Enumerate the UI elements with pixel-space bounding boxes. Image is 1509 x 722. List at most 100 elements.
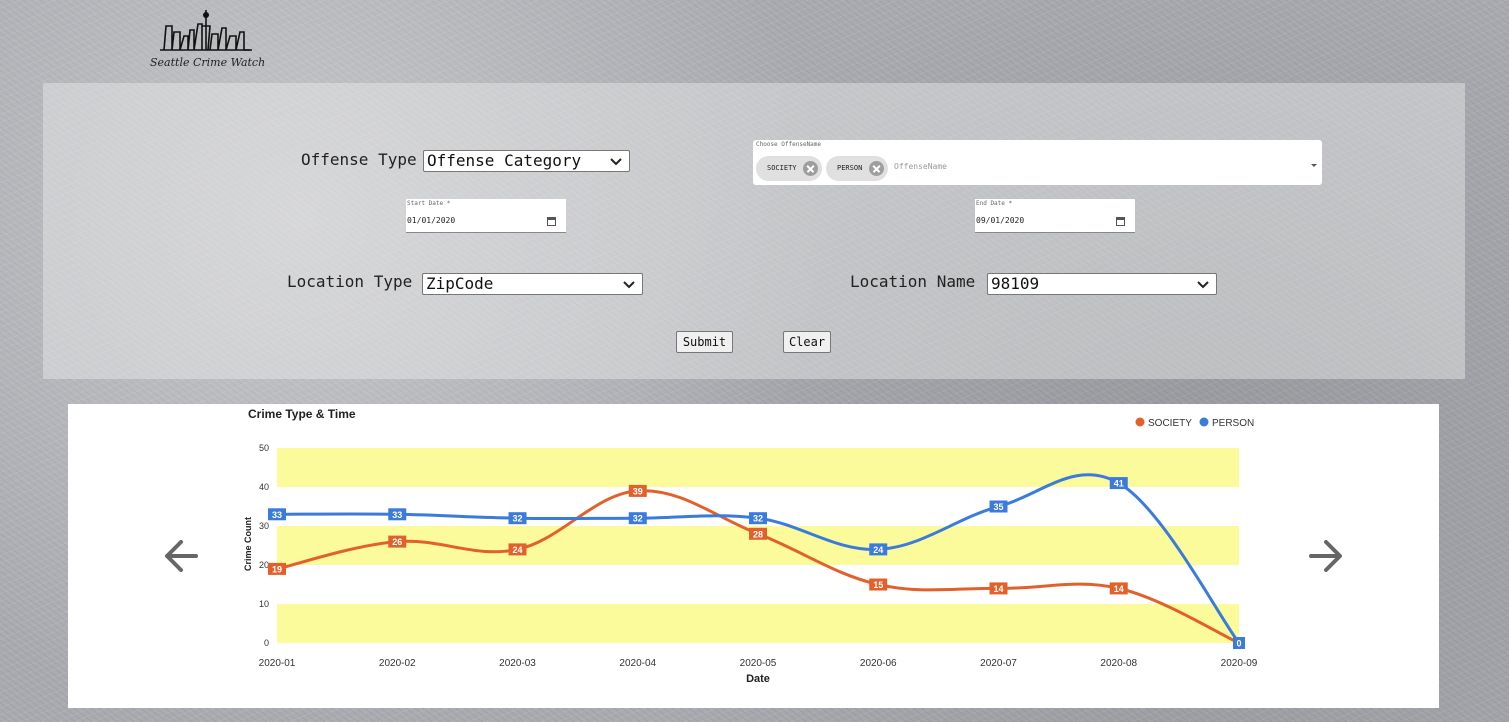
y-tick-label: 20: [259, 560, 269, 570]
data-label-society[interactable]: 28: [749, 527, 767, 540]
data-label-person[interactable]: 33: [268, 508, 286, 521]
data-label-person[interactable]: 35: [989, 500, 1008, 513]
search-form-panel: [43, 83, 1465, 379]
offense-type-select[interactable]: Offense Category: [423, 150, 630, 172]
data-label-person[interactable]: 24: [869, 543, 888, 556]
x-tick-label: 2020-01: [259, 658, 296, 669]
data-label-society[interactable]: 26: [388, 535, 407, 548]
legend-item-person[interactable]: PERSON: [1199, 417, 1255, 430]
data-point-value: 24: [873, 545, 883, 555]
end-date-label: End Date *: [976, 200, 1013, 207]
y-tick-label: 50: [259, 443, 269, 453]
y-axis-title: Crime Count: [243, 517, 253, 571]
x-tick-label: 2020-06: [860, 658, 897, 669]
logo-text: Seattle Crime Watch: [150, 56, 266, 69]
end-date-field[interactable]: End Date * 09/01/2020: [975, 199, 1135, 233]
data-point-value: 32: [753, 514, 763, 524]
data-point-value: 28: [753, 529, 763, 539]
legend-item-society[interactable]: SOCIETY: [1135, 417, 1193, 430]
clear-button[interactable]: Clear: [783, 331, 831, 353]
data-point-value: 14: [1114, 584, 1124, 594]
dropdown-caret-icon[interactable]: [1311, 164, 1317, 167]
x-tick-label: 2020-05: [740, 658, 777, 669]
x-tick-label: 2020-07: [980, 658, 1017, 669]
y-tick-label: 0: [264, 638, 269, 648]
location-type-select[interactable]: ZipCode: [422, 273, 643, 295]
start-date-label: Start Date *: [407, 200, 451, 207]
crime-line-chart: 0 10 20 30 40 50 2020-01 2020-02 2020-03 2020-04…: [243, 407, 1258, 685]
chip-society-remove-icon[interactable]: [803, 161, 818, 176]
chevron-down-icon: [623, 281, 635, 289]
chevron-down-icon: [1197, 281, 1209, 289]
data-label-person[interactable]: 32: [628, 512, 647, 525]
calendar-icon[interactable]: [547, 217, 556, 226]
chip-person-label: PERSON: [837, 164, 863, 172]
chart-card: 0 10 20 30 40 50 2020-01 2020-02 2020-03 2020-04…: [68, 404, 1439, 708]
data-label-person[interactable]: 32: [508, 512, 527, 525]
y-tick-label: 40: [259, 482, 269, 492]
data-point-value: 15: [873, 580, 883, 590]
offense-name-label: Choose OffenseName: [756, 141, 822, 148]
legend-marker: [1199, 417, 1209, 427]
plot-band: [277, 448, 1239, 487]
data-point-value: 19: [272, 564, 282, 574]
data-point-value: 32: [633, 514, 643, 524]
x-tick-label: 2020-08: [1100, 658, 1137, 669]
data-label-person[interactable]: 32: [749, 512, 767, 525]
location-name-select[interactable]: 98109: [987, 273, 1217, 295]
legend-label: SOCIETY: [1148, 418, 1192, 429]
location-name-label: Location Name: [850, 272, 976, 291]
x-tick-label: 2020-04: [619, 658, 656, 669]
skyline-logo-icon: [160, 10, 252, 51]
chip-society-label: SOCIETY: [767, 164, 797, 172]
data-point-value: 14: [993, 584, 1003, 594]
data-label-person[interactable]: 41: [1109, 477, 1128, 490]
plot-band: [277, 604, 1239, 643]
offense-name-input[interactable]: OffenseName: [894, 162, 947, 171]
calendar-icon[interactable]: [1116, 217, 1125, 226]
data-point-value: 35: [993, 502, 1003, 512]
chart-title: Crime Type & Time: [248, 407, 356, 421]
chip-person-remove-icon[interactable]: [869, 161, 884, 176]
chip-person: PERSON: [826, 156, 888, 181]
arrow-right-icon[interactable]: [1305, 536, 1345, 576]
data-label-person[interactable]: 0: [1233, 637, 1245, 649]
data-label-society[interactable]: 14: [989, 582, 1008, 595]
location-name-value: 98109: [991, 274, 1040, 293]
data-label-society[interactable]: 19: [268, 562, 286, 575]
end-date-value[interactable]: 09/01/2020: [976, 216, 1024, 225]
data-label-society[interactable]: 15: [869, 578, 888, 591]
chevron-down-icon: [610, 158, 622, 166]
y-tick-label: 30: [259, 521, 269, 531]
location-type-value: ZipCode: [426, 274, 494, 293]
x-tick-label: 2020-09: [1221, 658, 1258, 669]
data-point-value: 26: [392, 537, 402, 547]
data-point-value: 33: [392, 510, 402, 520]
data-point-value: 0: [1236, 639, 1241, 649]
chip-society: SOCIETY: [756, 156, 822, 181]
location-type-label: Location Type: [287, 272, 413, 291]
offense-type-value: Offense Category: [427, 151, 582, 170]
legend-label: PERSON: [1212, 418, 1254, 429]
legend-marker: [1135, 417, 1145, 427]
site-logo[interactable]: Seattle Crime Watch: [150, 6, 275, 74]
x-tick-label: 2020-02: [379, 658, 416, 669]
arrow-left-icon[interactable]: [162, 536, 202, 576]
offense-type-label: Offense Type: [301, 150, 417, 169]
data-point-value: 33: [272, 510, 282, 520]
data-point-value: 39: [633, 486, 643, 496]
submit-button[interactable]: Submit: [676, 331, 733, 353]
data-point-value: 32: [512, 514, 522, 524]
x-tick-label: 2020-03: [499, 658, 536, 669]
y-tick-label: 10: [259, 599, 269, 609]
x-axis-title: Date: [746, 673, 770, 685]
data-label-person[interactable]: 33: [388, 508, 407, 521]
start-date-field[interactable]: Start Date * 01/01/2020: [406, 199, 566, 233]
start-date-value[interactable]: 01/01/2020: [407, 216, 455, 225]
data-label-society[interactable]: 39: [628, 484, 647, 497]
data-point-value: 24: [512, 545, 522, 555]
offense-name-multiselect[interactable]: Choose OffenseName SOCIETY PERSON Offens…: [753, 140, 1322, 185]
data-point-value: 41: [1114, 479, 1124, 489]
data-label-society[interactable]: 14: [1109, 582, 1128, 595]
data-label-society[interactable]: 24: [508, 543, 527, 556]
